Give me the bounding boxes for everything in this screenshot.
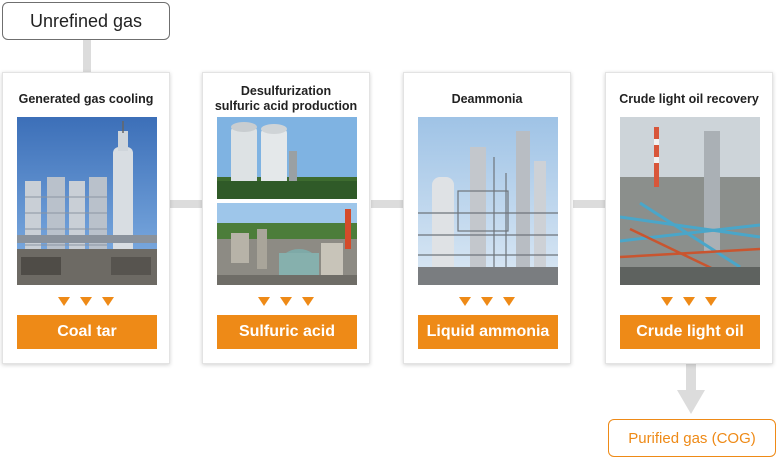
- orange-down-triangle-icon: [459, 297, 471, 306]
- step-card-gas-cooling: Generated gas cooling Coal tar: [2, 72, 170, 364]
- orange-down-triangle-icon: [661, 297, 673, 306]
- deammonia-plant-photo: [418, 117, 558, 285]
- product-label: Liquid ammonia: [418, 315, 558, 349]
- product-label: Crude light oil: [620, 315, 760, 349]
- cooling-plant-photo: [17, 117, 157, 285]
- start-connector: [83, 40, 91, 72]
- step-arrows: [3, 297, 169, 309]
- orange-down-triangle-icon: [258, 297, 270, 306]
- light-oil-plant-photo: [620, 117, 760, 285]
- orange-down-triangle-icon: [102, 297, 114, 306]
- sulfuric-acid-plant-photo: [217, 203, 357, 285]
- orange-down-triangle-icon: [58, 297, 70, 306]
- step-arrows: [606, 297, 772, 309]
- connector-1-2: [170, 200, 202, 208]
- step-title: Desulfurization sulfuric acid production: [214, 84, 358, 113]
- down-arrow-icon: [677, 390, 705, 414]
- start-label: Unrefined gas: [29, 10, 143, 31]
- step-card-light-oil-recovery: Crude light oil recovery Crude light oil: [605, 72, 773, 364]
- orange-down-triangle-icon: [705, 297, 717, 306]
- orange-down-triangle-icon: [683, 297, 695, 306]
- step-title: Crude light oil recovery: [619, 91, 759, 106]
- step-arrows: [404, 297, 570, 309]
- start-node: Unrefined gas: [2, 2, 170, 40]
- orange-down-triangle-icon: [280, 297, 292, 306]
- end-label: Purified gas (COG): [628, 429, 756, 447]
- step-card-desulfurization: Desulfurization sulfuric acid production: [202, 72, 370, 364]
- end-connector: [686, 364, 696, 392]
- connector-3-4: [573, 200, 605, 208]
- connector-2-3: [371, 200, 403, 208]
- product-label: Sulfuric acid: [217, 315, 357, 349]
- orange-down-triangle-icon: [481, 297, 493, 306]
- desulfurization-tanks-photo: [217, 117, 357, 199]
- step-card-deammonia: Deammonia Liquid ammonia: [403, 72, 571, 364]
- step-title: Generated gas cooling: [18, 91, 154, 106]
- end-node: Purified gas (COG): [608, 419, 776, 457]
- product-label: Coal tar: [17, 315, 157, 349]
- step-arrows: [203, 297, 369, 309]
- orange-down-triangle-icon: [80, 297, 92, 306]
- step-title: Deammonia: [451, 91, 523, 106]
- orange-down-triangle-icon: [503, 297, 515, 306]
- orange-down-triangle-icon: [302, 297, 314, 306]
